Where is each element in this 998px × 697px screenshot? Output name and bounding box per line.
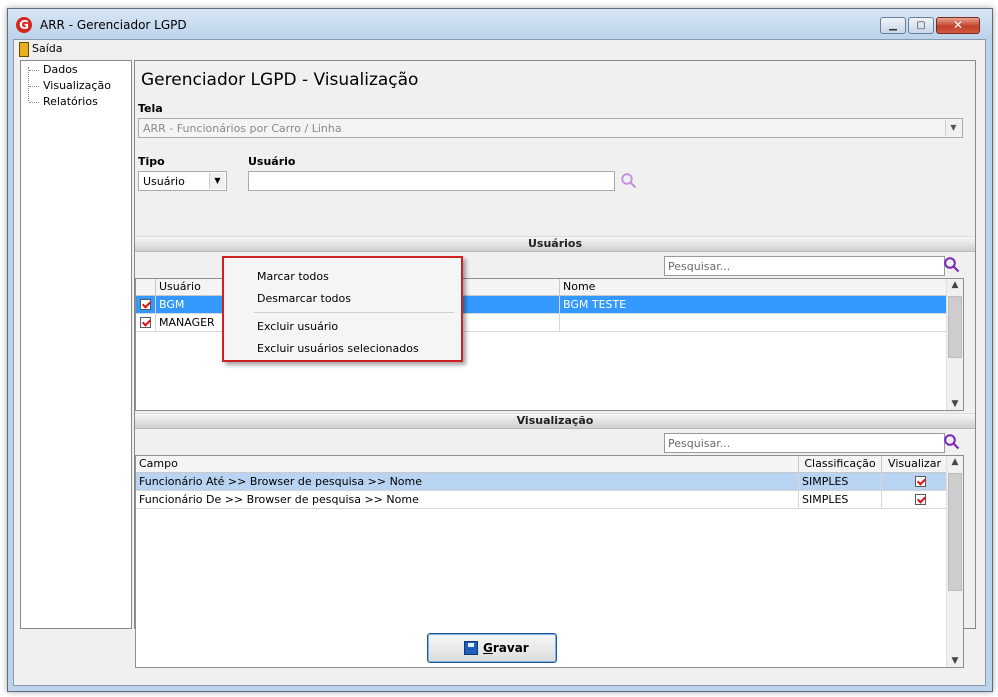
- menu-item-mark-all[interactable]: Marcar todos: [257, 270, 329, 283]
- row-checkbox[interactable]: [140, 317, 151, 328]
- cell-visualizar: [882, 491, 948, 508]
- column-header-check: [136, 279, 156, 295]
- context-menu: Marcar todos Desmarcar todos Excluir usu…: [222, 256, 463, 362]
- scroll-up-icon[interactable]: ▲: [947, 280, 963, 290]
- usuario-input[interactable]: [248, 171, 615, 191]
- search-icon[interactable]: [620, 172, 638, 190]
- table-row[interactable]: Funcionário De >> Browser de pesquisa >>…: [136, 491, 963, 509]
- tipo-label: Tipo: [138, 155, 165, 168]
- client-area: Saída Dados Visualização Relatórios Gere…: [13, 39, 986, 686]
- visualizar-checkbox[interactable]: [915, 476, 926, 487]
- usuario-label: Usuário: [248, 155, 296, 168]
- users-scrollbar[interactable]: ▲ ▼: [946, 279, 963, 410]
- users-search-placeholder: Pesquisar...: [668, 260, 731, 273]
- save-accelerator: G: [483, 641, 493, 655]
- view-search-input[interactable]: Pesquisar...: [664, 433, 945, 453]
- app-window: G ARR - Gerenciador LGPD ▁ ▢ ✕ Saída Dad…: [7, 8, 993, 692]
- view-search-placeholder: Pesquisar...: [668, 437, 731, 450]
- row-checkbox-cell: [136, 296, 156, 313]
- tela-combobox[interactable]: ARR - Funcionários por Carro / Linha ▼: [138, 118, 963, 138]
- save-button[interactable]: Gravar: [427, 633, 557, 663]
- scroll-up-icon[interactable]: ▲: [947, 457, 963, 467]
- scroll-down-icon[interactable]: ▼: [947, 656, 963, 666]
- door-exit-icon: [19, 42, 29, 57]
- navigation-tree: Dados Visualização Relatórios: [20, 60, 132, 629]
- title-bar[interactable]: G ARR - Gerenciador LGPD ▁ ▢ ✕: [8, 9, 992, 39]
- users-search-input[interactable]: Pesquisar...: [664, 256, 945, 276]
- window-title: ARR - Gerenciador LGPD: [40, 18, 187, 32]
- minimize-button[interactable]: ▁: [880, 17, 906, 34]
- column-header-classificacao[interactable]: Classificação: [799, 456, 882, 472]
- page-title: Gerenciador LGPD - Visualização: [141, 70, 419, 90]
- tela-value: ARR - Funcionários por Carro / Linha: [143, 122, 342, 135]
- close-button[interactable]: ✕: [936, 17, 980, 34]
- view-grid-header: Campo Classificação Visualizar: [136, 456, 963, 473]
- cell-visualizar: [882, 473, 948, 490]
- scroll-down-icon[interactable]: ▼: [947, 399, 963, 409]
- column-header-visualizar[interactable]: Visualizar: [882, 456, 948, 472]
- chevron-down-icon[interactable]: ▼: [945, 120, 961, 136]
- menu-bar: Saída: [14, 40, 985, 58]
- menu-item-exit[interactable]: Saída: [32, 42, 63, 55]
- tela-label: Tela: [138, 102, 163, 115]
- view-section-header: Visualização: [135, 413, 975, 429]
- row-checkbox[interactable]: [140, 299, 151, 310]
- floppy-disk-icon: [464, 641, 478, 655]
- scroll-thumb[interactable]: [948, 473, 962, 591]
- cell-classificacao: SIMPLES: [799, 491, 882, 508]
- close-icon: ✕: [952, 18, 964, 32]
- search-icon[interactable]: [943, 433, 961, 451]
- column-header-campo[interactable]: Campo: [136, 456, 799, 472]
- users-section-header: Usuários: [135, 236, 975, 252]
- cell-nome: BGM TESTE: [560, 296, 948, 313]
- maximize-icon: ▢: [916, 20, 926, 31]
- chevron-down-icon[interactable]: ▼: [209, 173, 225, 189]
- tipo-value: Usuário: [143, 175, 185, 188]
- minimize-icon: ▁: [889, 20, 897, 31]
- menu-item-delete-selected-users[interactable]: Excluir usuários selecionados: [257, 342, 419, 355]
- cell-classificacao: SIMPLES: [799, 473, 882, 490]
- maximize-button[interactable]: ▢: [908, 17, 934, 34]
- tree-item-dados[interactable]: Dados: [27, 63, 78, 76]
- menu-item-delete-user[interactable]: Excluir usuário: [257, 320, 338, 333]
- tree-item-relatorios[interactable]: Relatórios: [27, 95, 98, 108]
- view-scrollbar[interactable]: ▲ ▼: [946, 456, 963, 667]
- row-checkbox-cell: [136, 314, 156, 331]
- table-row[interactable]: Funcionário Até >> Browser de pesquisa >…: [136, 473, 963, 491]
- save-button-label: Gravar: [483, 641, 529, 655]
- cell-campo: Funcionário Até >> Browser de pesquisa >…: [136, 473, 799, 490]
- scroll-thumb[interactable]: [948, 296, 962, 358]
- tree-item-visualizacao[interactable]: Visualização: [27, 79, 111, 92]
- search-icon[interactable]: [943, 256, 961, 274]
- column-header-nome[interactable]: Nome: [560, 279, 948, 295]
- save-label-rest: ravar: [492, 641, 529, 655]
- app-logo-icon: G: [16, 17, 32, 33]
- menu-separator: [254, 312, 454, 313]
- tipo-select[interactable]: Usuário ▼: [138, 171, 227, 191]
- cell-campo: Funcionário De >> Browser de pesquisa >>…: [136, 491, 799, 508]
- menu-item-unmark-all[interactable]: Desmarcar todos: [257, 292, 351, 305]
- cell-nome: [560, 314, 948, 331]
- visualizar-checkbox[interactable]: [915, 494, 926, 505]
